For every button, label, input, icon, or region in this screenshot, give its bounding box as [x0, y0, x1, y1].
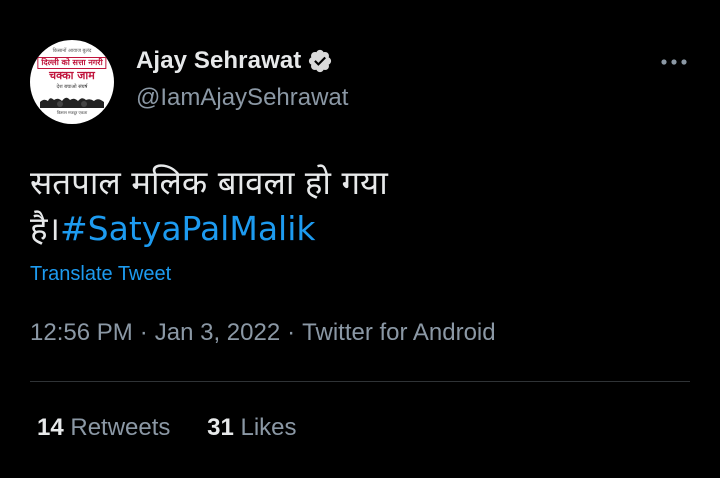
likes-label: Likes [240, 414, 297, 441]
likes-count: 31 [207, 414, 234, 441]
author-handle[interactable]: @IamAjaySehrawat [136, 84, 348, 112]
author-display-name[interactable]: Ajay Sehrawat [136, 47, 301, 75]
divider [30, 381, 690, 382]
avatar-top-text: किसानों आवाज बुलंद [52, 48, 92, 54]
tweet-text-line-2: है।#SatyaPalMalik [30, 206, 670, 252]
translate-tweet-link[interactable]: Translate Tweet [30, 263, 171, 286]
tweet-text-line-1: सतपाल मलिक बावला हो गया [30, 163, 388, 202]
retweets-label: Retweets [70, 414, 171, 441]
retweets-stat[interactable]: 14 Retweets [37, 414, 170, 442]
tweet-date[interactable]: Jan 3, 2022 [155, 319, 280, 346]
tweet-metadata: 12:56 PM · Jan 3, 2022 · Twitter for Android [30, 319, 496, 347]
tweet-source[interactable]: Twitter for Android [302, 319, 495, 346]
tweet-text-line-2-prefix: है। [30, 209, 61, 248]
more-options-icon[interactable] [660, 58, 688, 66]
avatar-box-text: दिल्ली को सत्ता नगरी [37, 57, 107, 69]
likes-stat[interactable]: 31 Likes [207, 414, 296, 442]
author-name-row[interactable]: Ajay Sehrawat [136, 47, 333, 75]
avatar-big-text: चक्का जाम [49, 69, 95, 82]
tweet-time[interactable]: 12:56 PM [30, 319, 133, 346]
crowd-silhouette-icon [40, 97, 104, 108]
verified-badge-icon [309, 49, 332, 73]
hashtag-link[interactable]: #SatyaPalMalik [60, 209, 315, 248]
tweet-stats: 14 Retweets 31 Likes [37, 414, 327, 442]
meta-separator: · [287, 319, 296, 346]
retweets-count: 14 [37, 414, 64, 441]
avatar-foot-text: किसान मजदूर एकता [56, 110, 88, 115]
meta-separator: · [139, 319, 148, 346]
tweet-card: किसानों आवाज बुलंद दिल्ली को सत्ता नगरी … [0, 0, 720, 478]
tweet-text: सतपाल मलिक बावला हो गया है।#SatyaPalMali… [30, 160, 670, 252]
avatar[interactable]: किसानों आवाज बुलंद दिल्ली को सत्ता नगरी … [30, 40, 114, 124]
avatar-small-text: देश बचाओ संघर्ष [56, 84, 88, 90]
